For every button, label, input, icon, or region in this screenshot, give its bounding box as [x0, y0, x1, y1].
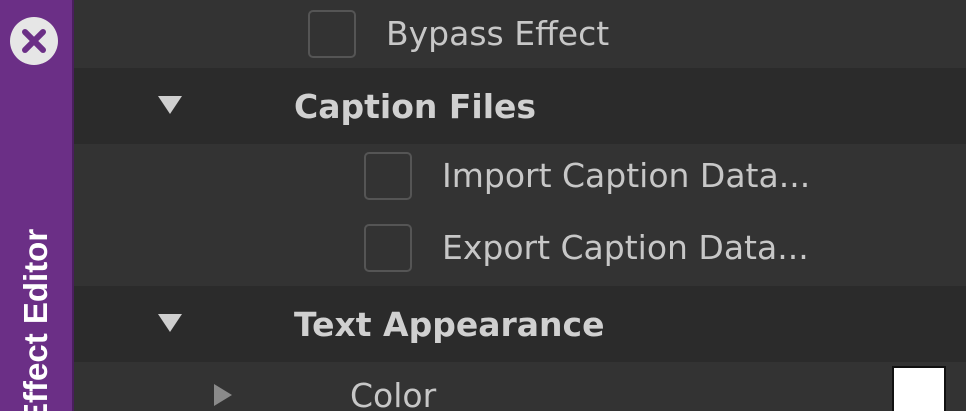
color-row: Color [74, 362, 966, 411]
text-appearance-expand-icon[interactable] [158, 314, 182, 332]
import-caption-data-label: Import Caption Data... [442, 156, 811, 195]
effect-controls-panel: Bypass Effect Caption Files Import Capti… [74, 0, 966, 411]
export-caption-data-row: Export Caption Data... [74, 214, 966, 286]
export-caption-data-checkbox[interactable] [364, 224, 412, 272]
color-label: Color [350, 376, 437, 411]
caption-files-expand-icon[interactable] [158, 96, 182, 114]
caption-files-group-header[interactable]: Caption Files [74, 68, 966, 144]
caption-files-label: Caption Files [294, 87, 537, 126]
effect-editor-tab[interactable]: Effect Editor [0, 0, 74, 411]
color-expand-icon[interactable] [214, 384, 232, 406]
bypass-effect-row: Bypass Effect [74, 0, 966, 68]
color-swatch[interactable] [892, 366, 946, 411]
export-caption-data-label: Export Caption Data... [442, 228, 809, 267]
effect-editor-title: Effect Editor [17, 228, 54, 411]
import-caption-data-row: Import Caption Data... [74, 144, 966, 214]
effect-editor-window: Effect Editor Bypass Effect Caption File… [0, 0, 966, 411]
bypass-effect-label: Bypass Effect [386, 14, 610, 53]
bypass-effect-checkbox[interactable] [308, 10, 356, 58]
text-appearance-label: Text Appearance [294, 305, 605, 344]
text-appearance-group-header[interactable]: Text Appearance [74, 286, 966, 362]
import-caption-data-checkbox[interactable] [364, 152, 412, 200]
